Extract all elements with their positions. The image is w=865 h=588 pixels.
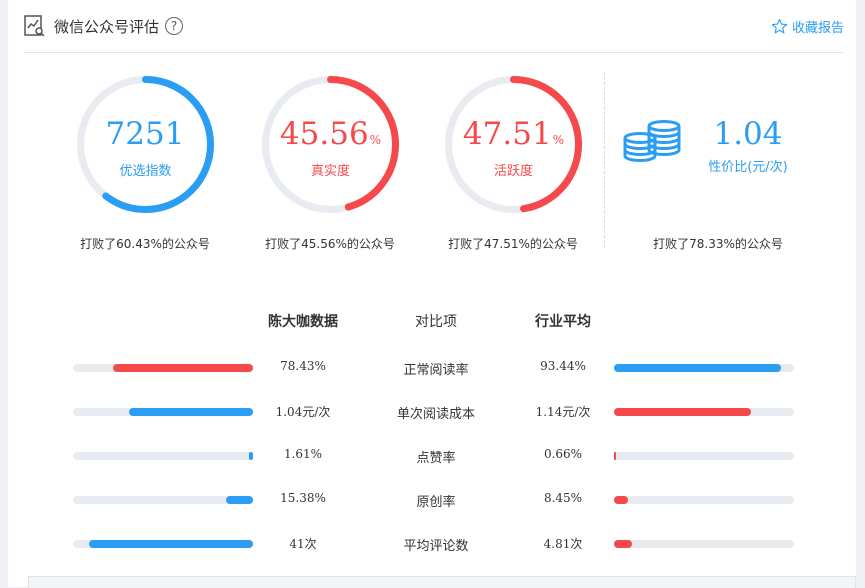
metric-label: 正常阅读率 xyxy=(403,363,469,378)
cost-performance-label: 性价比(元/次) xyxy=(708,160,788,175)
gauge-label: 优选指数 xyxy=(119,164,172,179)
coins-stack-icon xyxy=(623,120,681,163)
comparison-row: 1.04元/次 单次阅读成本 1.14元/次 xyxy=(8,402,856,422)
gauge-value: 7251 xyxy=(105,116,185,152)
own-value: 15.38% xyxy=(280,491,326,505)
favorite-report-button[interactable]: 收藏报告 xyxy=(771,17,844,36)
star-icon xyxy=(771,18,788,33)
avg-bar-fill xyxy=(614,364,782,372)
own-bar-fill xyxy=(112,364,253,372)
gauge-beat-text: 打败了47.51%的公众号 xyxy=(448,237,578,251)
own-bar-fill xyxy=(128,408,253,416)
cost-beat-text: 打败了78.33%的公众号 xyxy=(653,237,783,251)
own-bar-track xyxy=(73,408,253,416)
industry-avg-value: 0.66% xyxy=(543,447,583,461)
own-value: 41次 xyxy=(289,537,317,551)
comparison-row: 1.61% 点赞率 0.66% xyxy=(8,446,856,466)
avg-bar-fill xyxy=(614,452,616,460)
own-bar-track xyxy=(73,364,253,372)
own-bar-track xyxy=(73,452,253,460)
industry-avg-value: 93.44% xyxy=(540,359,586,373)
page-title: 微信公众号评估 xyxy=(54,17,160,36)
favorite-report-label: 收藏报告 xyxy=(791,20,844,36)
comparison-row: 78.43% 正常阅读率 93.44% xyxy=(8,358,856,378)
industry-avg-value: 4.81次 xyxy=(543,537,583,551)
comparison-row: 15.38% 原创率 8.45% xyxy=(8,490,856,510)
divider xyxy=(604,72,605,248)
help-icon[interactable]: ? xyxy=(165,17,184,35)
own-value: 1.04元/次 xyxy=(275,405,331,419)
own-bar-track xyxy=(73,540,253,548)
metric-label: 单次阅读成本 xyxy=(396,407,475,422)
evaluation-panel: 微信公众号评估 ? 收藏报告 7251 优选指数 打败了60.43%的公众号 4… xyxy=(8,0,856,588)
own-bar-fill xyxy=(226,496,253,504)
own-bar-fill xyxy=(89,540,253,548)
comparison-row: 41次 平均评论数 4.81次 xyxy=(8,534,856,554)
avg-bar-fill xyxy=(614,496,629,504)
gauge-authenticity: 45.56% 真实度 xyxy=(258,72,403,217)
avg-bar-fill xyxy=(614,540,632,548)
avg-bar-track xyxy=(614,364,794,372)
avg-bar-track xyxy=(614,452,794,460)
gauge-preferred-index: 7251 优选指数 xyxy=(73,72,218,217)
industry-avg-value: 8.45% xyxy=(543,491,583,505)
avg-bar-track xyxy=(614,540,794,548)
metric-label: 点赞率 xyxy=(416,451,456,466)
own-value: 78.43% xyxy=(280,359,326,373)
own-bar-track xyxy=(73,496,253,504)
metric-label: 平均评论数 xyxy=(403,539,469,554)
column-header-metric: 对比项 xyxy=(415,314,457,330)
next-section-edge xyxy=(28,576,856,588)
industry-avg-value: 1.14元/次 xyxy=(535,405,591,419)
metric-label: 原创率 xyxy=(416,495,456,510)
gauge-label: 活跃度 xyxy=(493,164,533,179)
avg-bar-track xyxy=(614,408,794,416)
panel-header: 微信公众号评估 ? 收藏报告 xyxy=(24,0,844,53)
column-header-own-data: 陈大咖数据 xyxy=(268,314,338,330)
gauge-activity: 47.51% 活跃度 xyxy=(441,72,586,217)
gauge-label: 真实度 xyxy=(310,164,350,179)
gauge-value: 45.56% xyxy=(279,116,382,152)
analytics-report-icon xyxy=(24,15,45,37)
gauge-beat-text: 打败了60.43%的公众号 xyxy=(80,237,210,251)
avg-bar-fill xyxy=(614,408,751,416)
gauge-beat-text: 打败了45.56%的公众号 xyxy=(265,237,395,251)
column-header-industry-avg: 行业平均 xyxy=(535,314,591,330)
cost-performance-value: 1.04 xyxy=(713,116,783,152)
gauge-value: 47.51% xyxy=(462,116,565,152)
own-value: 1.61% xyxy=(283,447,323,461)
avg-bar-track xyxy=(614,496,794,504)
